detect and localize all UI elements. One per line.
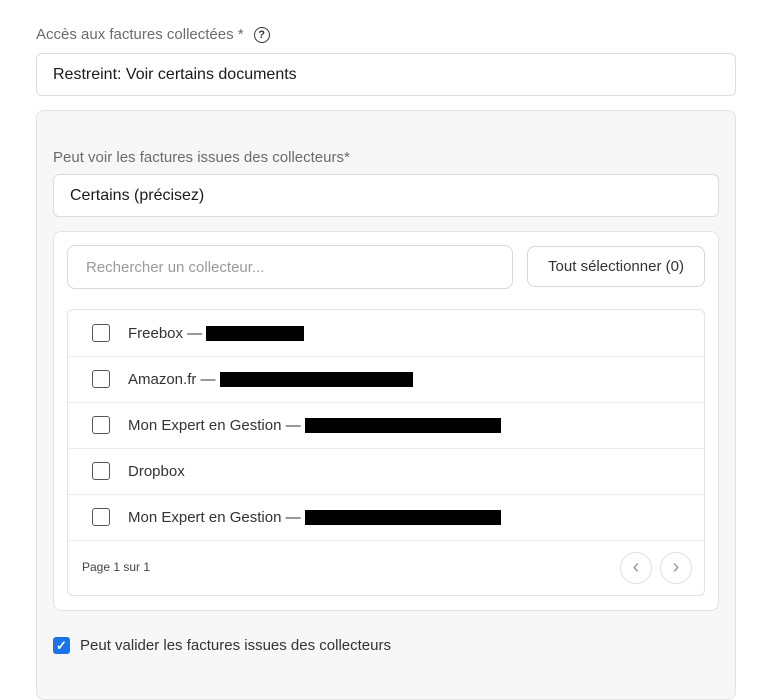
chevron-left-icon: ‹: [632, 556, 640, 578]
validate-row[interactable]: ✓ Peut valider les factures issues des c…: [53, 637, 391, 654]
access-select-value: Restreint: Voir certains documents: [53, 65, 297, 83]
validate-label: Peut valider les factures issues des col…: [80, 637, 391, 654]
prev-page-button[interactable]: ‹: [620, 552, 652, 584]
redacted-block: [304, 510, 501, 526]
redacted-block: [304, 418, 501, 434]
collector-row[interactable]: Freebox —: [68, 310, 704, 357]
collectors-label: Peut voir les factures issues des collec…: [53, 149, 344, 166]
collector-name: Freebox —: [128, 325, 305, 342]
access-label: Accès aux factures collectées *: [36, 26, 244, 43]
collectors-select-value: Certains (précisez): [70, 186, 205, 204]
collector-checkbox[interactable]: [92, 370, 110, 388]
select-all-button[interactable]: Tout sélectionner (0): [527, 246, 705, 287]
collector-name: Amazon.fr —: [128, 371, 413, 388]
collector-row[interactable]: Mon Expert en Gestion —: [68, 402, 704, 449]
collector-search[interactable]: [67, 245, 513, 289]
next-page-button[interactable]: ›: [660, 552, 692, 584]
collector-checkbox[interactable]: [92, 462, 110, 480]
access-select[interactable]: Restreint: Voir certains documents: [36, 53, 736, 96]
collector-checkbox[interactable]: [92, 416, 110, 434]
redacted-block: [206, 326, 305, 342]
help-icon[interactable]: ?: [253, 26, 270, 43]
collector-checkbox[interactable]: [92, 508, 110, 526]
collectors-select[interactable]: Certains (précisez): [53, 174, 719, 217]
search-input[interactable]: [84, 257, 512, 277]
chevron-right-icon: ›: [672, 556, 680, 578]
pagination-bar: Page 1 sur 1 ‹ ›: [68, 539, 704, 595]
collector-name: Mon Expert en Gestion —: [128, 417, 501, 434]
collector-list: Freebox — Amazon.fr — Mon Expert en Gest…: [67, 309, 705, 596]
collector-row[interactable]: Dropbox: [68, 448, 704, 495]
validate-checkbox[interactable]: ✓: [53, 637, 70, 654]
collector-name: Mon Expert en Gestion —: [128, 509, 501, 526]
redacted-block: [219, 372, 413, 388]
check-icon: ✓: [56, 638, 67, 653]
collector-checkbox[interactable]: [92, 324, 110, 342]
collector-name: Dropbox: [128, 462, 185, 480]
access-label-row: Accès aux factures collectées * ?: [36, 26, 270, 43]
collectors-label-row: Peut voir les factures issues des collec…: [53, 149, 350, 166]
page-indicator: Page 1 sur 1: [82, 560, 151, 574]
collector-row[interactable]: Amazon.fr —: [68, 356, 704, 403]
collector-row[interactable]: Mon Expert en Gestion —: [68, 494, 704, 541]
required-mark: *: [343, 149, 350, 166]
